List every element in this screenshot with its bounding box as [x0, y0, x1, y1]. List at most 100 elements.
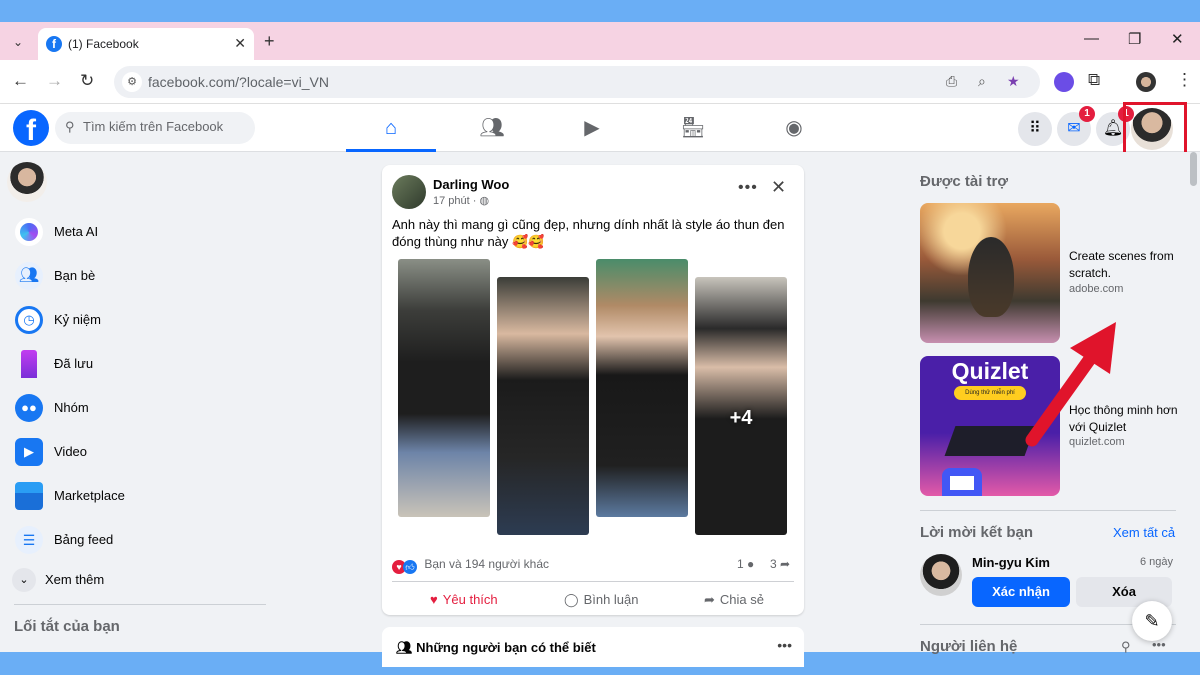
messenger-badge: 1 [1079, 106, 1095, 122]
ad-adobe-text[interactable]: Create scenes from scratch. [1069, 248, 1179, 282]
page-scrollbar[interactable] [1188, 152, 1200, 652]
search-input[interactable] [83, 119, 248, 134]
reactions-text[interactable]: Bạn và 194 người khác [424, 557, 549, 571]
reaction-like-icon: 👍︎ [403, 560, 417, 574]
post-photo-1[interactable] [398, 259, 490, 517]
restore-icon[interactable]: ❐ [1128, 30, 1141, 48]
saved-bookmark-icon [21, 350, 37, 378]
sidebar-item-meta-ai[interactable]: Meta AI [12, 212, 267, 252]
post-photo-4[interactable]: +4 [695, 277, 787, 535]
sidebar-profile[interactable] [7, 162, 267, 202]
comments-count[interactable]: 1 ● [737, 557, 754, 571]
sidebar-item-groups[interactable]: ●● Nhóm [12, 388, 267, 428]
extension-assistant-icon[interactable] [1054, 72, 1074, 92]
site-info-icon[interactable]: ⚙ [122, 72, 142, 92]
sidebar-item-label: Meta AI [54, 224, 99, 239]
new-message-compose-icon[interactable]: ✎ [1132, 601, 1172, 641]
post-text: Anh này thì mang gì cũng đẹp, nhưng dính… [392, 217, 785, 249]
facebook-favicon-icon: f [46, 36, 62, 52]
nav-groups-icon[interactable]: ◉ [749, 104, 839, 152]
sidebar-see-more[interactable]: ⌄ Xem thêm [12, 560, 267, 600]
marketplace-store-icon [15, 482, 43, 510]
bookmark-star-icon[interactable]: ★ [1007, 73, 1020, 90]
sidebar-item-saved[interactable]: Đã lưu [12, 344, 267, 384]
menu-grid-icon[interactable]: ⠿ [1018, 112, 1052, 146]
reload-icon[interactable]: ↻ [80, 71, 94, 91]
sidebar-item-label: Bạn bè [54, 268, 96, 283]
people-icon: 👥︎ [396, 640, 417, 655]
minimize-icon[interactable]: — [1084, 30, 1099, 47]
pymk-more-options-icon[interactable]: ••• [777, 637, 792, 653]
nav-marketplace-icon[interactable]: 🏪︎ [648, 104, 738, 152]
facebook-logo-icon[interactable]: f [13, 110, 49, 146]
extensions-puzzle-icon[interactable]: ⧉ [1088, 70, 1100, 90]
people-you-may-know-card: 👥︎ Những người bạn có thể biết ••• [382, 627, 804, 667]
see-all-link[interactable]: Xem tất cả [1113, 525, 1175, 540]
post-author-avatar[interactable] [392, 175, 426, 209]
heart-icon: ♥ [430, 592, 438, 607]
sponsored-title: Được tài trợ [920, 173, 1009, 190]
sidebar-item-feeds[interactable]: ☰ Bảng feed [12, 520, 267, 560]
friend-request-name[interactable]: Min-gyu Kim [972, 555, 1050, 570]
browser-tab-bar: ⌄ f (1) Facebook ✕ + — ❐ ✕ [0, 22, 1200, 60]
contacts-search-icon[interactable]: ⚲ [1121, 639, 1131, 655]
post-more-options-icon[interactable]: ••• [738, 179, 758, 197]
forward-arrow-icon[interactable]: → [46, 71, 63, 91]
comment-button[interactable]: ◯ Bình luận [564, 592, 639, 608]
post-hide-close-icon[interactable]: ✕ [771, 177, 786, 198]
tab-close-icon[interactable]: ✕ [234, 35, 246, 52]
nav-home-icon[interactable]: ⌂ [346, 104, 436, 152]
url-text[interactable]: facebook.com/?locale=vi_VN [148, 74, 329, 90]
profile-avatar [7, 162, 47, 202]
main-content: Meta AI 👥︎ Bạn bè ◷ Kỷ niệm Đã lưu ●● Nh… [0, 152, 1200, 667]
post-actions: ♥ Yêu thích ◯ Bình luận ➦ Chia sẻ [392, 581, 794, 613]
install-app-icon[interactable]: ⎙ [946, 73, 957, 90]
comment-icon: ◯ [564, 592, 579, 607]
tab-search-chevron-icon[interactable]: ⌄ [8, 32, 28, 52]
sidebar-item-memories[interactable]: ◷ Kỷ niệm [12, 300, 267, 340]
sidebar-item-video[interactable]: ▶ Video [12, 432, 267, 472]
post-photo-2[interactable] [497, 277, 589, 535]
nav-video-icon[interactable]: ▶ [547, 104, 637, 152]
see-more-label: Xem thêm [45, 572, 105, 587]
video-play-icon: ▶ [15, 438, 43, 466]
toucan-bird-icon [968, 237, 1014, 317]
profile-avatar-icon[interactable] [1136, 72, 1156, 92]
post-photo-3[interactable] [596, 259, 688, 517]
share-button[interactable]: ➦ Chia sẻ [704, 592, 764, 608]
facebook-search[interactable]: ⚲ [55, 112, 255, 144]
confirm-friend-button[interactable]: Xác nhận [972, 577, 1070, 607]
post-time[interactable]: 17 phút · ◍ [433, 194, 489, 207]
back-arrow-icon[interactable]: ← [12, 71, 29, 91]
facebook-header: f ⚲ ⌂ 👥︎ ▶ 🏪︎ ◉ ⠿ ✉ 1 🔔︎ 1 [0, 104, 1200, 152]
ad-adobe-domain: adobe.com [1069, 283, 1124, 295]
sidebar-item-friends[interactable]: 👥︎ Bạn bè [12, 256, 267, 296]
groups-icon: ●● [15, 394, 43, 422]
sidebar-item-label: Marketplace [54, 488, 125, 503]
nav-friends-icon[interactable]: 👥︎ [447, 104, 537, 152]
globe-icon: ◍ [479, 195, 490, 207]
sidebar-item-marketplace[interactable]: Marketplace [12, 476, 267, 516]
search-icon: ⚲ [65, 119, 75, 134]
scrollbar-thumb[interactable] [1190, 152, 1197, 186]
window-close-icon[interactable]: ✕ [1171, 30, 1184, 48]
feeds-icon: ☰ [15, 526, 43, 554]
browser-tab-facebook[interactable]: f (1) Facebook ✕ [38, 28, 254, 60]
browser-menu-icon[interactable]: ⋮ [1176, 70, 1193, 90]
comment-bubble-icon: ● [747, 557, 755, 571]
love-button[interactable]: ♥ Yêu thích [430, 592, 498, 607]
friend-request-avatar[interactable] [920, 554, 962, 596]
shares-count[interactable]: 3 ➦ [770, 557, 790, 571]
address-bar[interactable]: ⚙ facebook.com/?locale=vi_VN ⎙ ⌕ ★ [114, 66, 1040, 98]
quizlet-promo-badge: Dùng thử miễn phí [954, 386, 1026, 400]
post-author-name[interactable]: Darling Woo [433, 177, 509, 192]
new-tab-button[interactable]: + [264, 31, 275, 52]
friends-icon: 👥︎ [15, 262, 43, 290]
zoom-icon[interactable]: ⌕ [978, 73, 986, 90]
meta-ai-icon [15, 218, 43, 246]
sidebar-item-label: Bảng feed [54, 532, 114, 547]
quizlet-q-icon [942, 468, 982, 496]
post-stats: ♥ 👍︎ Bạn và 194 người khác 1 ● 3 ➦ [392, 557, 792, 577]
share-arrow-icon: ➦ [780, 557, 791, 571]
contacts-title: Người liên hệ [920, 638, 1018, 655]
